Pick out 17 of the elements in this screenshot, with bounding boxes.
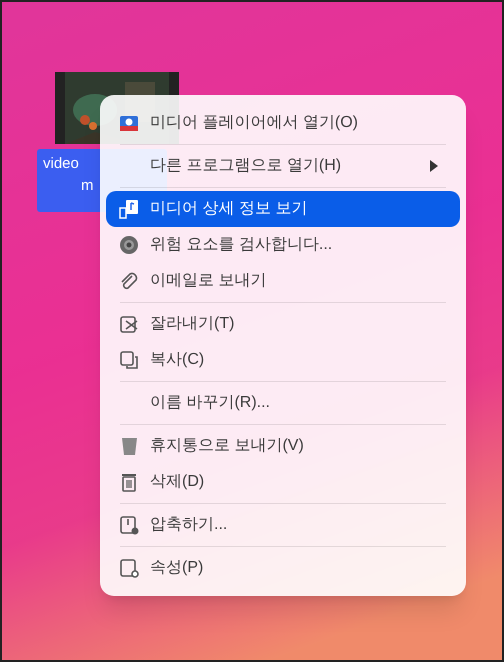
menu-item[interactable]: 잘라내기(T)	[106, 306, 460, 342]
menu-item[interactable]: 이름 바꾸기(R)...	[106, 385, 460, 421]
media-info-icon	[118, 198, 140, 220]
menu-item[interactable]: 미디어 플레이어에서 열기(O)	[106, 105, 460, 141]
menu-item[interactable]: 삭제(D)	[106, 464, 460, 500]
properties-icon	[118, 557, 140, 579]
disc-icon	[118, 234, 140, 256]
menu-item[interactable]: 다른 프로그램으로 열기(H)	[106, 148, 460, 184]
menu-item[interactable]: 휴지통으로 보내기(V)	[106, 428, 460, 464]
menu-item[interactable]: 이메일로 보내기	[106, 263, 460, 299]
menu-item[interactable]: 압축하기...	[106, 507, 460, 543]
archive-icon	[118, 514, 140, 536]
menu-item[interactable]: 위험 요소를 검사합니다...	[106, 227, 460, 263]
menu-item[interactable]: 복사(C)	[106, 342, 460, 378]
menu-item[interactable]: 미디어 상세 정보 보기	[106, 191, 460, 227]
menu-item[interactable]: 속성(P)	[106, 550, 460, 586]
copy-icon	[118, 349, 140, 371]
